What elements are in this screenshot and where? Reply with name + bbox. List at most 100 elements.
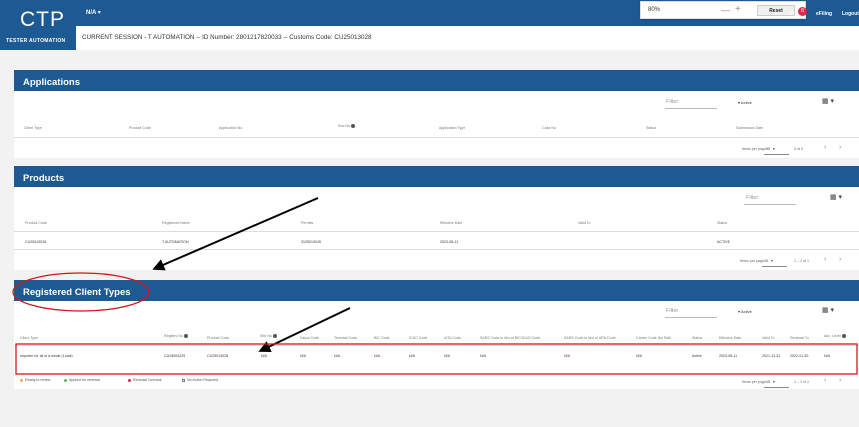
products-items-per-page-label: Items per page: xyxy=(740,259,765,263)
col-product-code[interactable]: Product Code xyxy=(25,221,47,225)
legend-label: No Action Required xyxy=(187,378,218,382)
col-sub-no[interactable]: Sub No xyxy=(338,124,355,129)
col-sars-code-iata[interactable]: SARS Code in lieu of IATA Code xyxy=(564,336,616,340)
valid-to-cell[interactable]: 2021-12-31 xyxy=(762,354,780,358)
registered-range-label: 1 – 1 of 1 xyxy=(794,380,809,384)
legend-label: Applied for renewal xyxy=(69,378,100,382)
logo-subtitle: TESTER AUTOMATION xyxy=(6,38,66,44)
col-acc-level[interactable]: Acc. Level xyxy=(824,334,846,339)
col-client-type[interactable]: Client Type xyxy=(20,336,38,340)
icao-code-cell[interactable]: N/A xyxy=(409,354,415,358)
registered-items-per-page-select[interactable]: 10 ▾ xyxy=(766,380,775,384)
select-underline xyxy=(764,154,789,155)
depot-code-cell[interactable]: N/A xyxy=(300,354,306,358)
products-filter-input[interactable]: Filter xyxy=(746,195,758,201)
grid-view-icon[interactable]: ▦ ▾ xyxy=(822,97,834,105)
row-divider xyxy=(14,345,859,346)
zoom-in-button[interactable]: + xyxy=(735,4,741,15)
col-client-type[interactable]: Client Type xyxy=(24,126,42,130)
col-depot-code[interactable]: Depot Code xyxy=(300,336,319,340)
prev-page-button[interactable]: ‹ xyxy=(824,256,826,263)
col-case-no[interactable]: Case No xyxy=(542,126,556,130)
efiling-link[interactable]: eFiling xyxy=(816,11,832,17)
col-effective-date[interactable]: Effective Date xyxy=(440,221,462,225)
registered-filter-input[interactable]: Filter xyxy=(666,308,678,314)
col-sars-code-bic[interactable]: SARS Code in lieu of BIC/ICAO Code xyxy=(480,336,540,340)
permits-cell[interactable]: 3125013045 xyxy=(301,240,321,244)
col-valid-to[interactable]: Valid To xyxy=(762,336,774,340)
applications-status-label: Active xyxy=(740,100,752,105)
product-code-cell[interactable]: CU25013028 xyxy=(207,354,228,358)
col-terminal-code[interactable]: Terminal Code xyxy=(334,336,357,340)
col-registry-no-label: Registry No xyxy=(164,334,183,338)
col-site-no[interactable]: Site No xyxy=(260,334,277,339)
client-type-cell[interactable]: Importer for all of a whole (Local) xyxy=(20,354,73,358)
sars-code-iata-cell[interactable]: N/A xyxy=(564,354,570,358)
zoom-out-button[interactable]: — xyxy=(721,5,730,15)
products-items-per-page-select[interactable]: 10 ▾ xyxy=(764,259,773,263)
logout-link[interactable]: Logout xyxy=(842,11,859,17)
grid-view-icon[interactable]: ▦ ▾ xyxy=(830,193,842,201)
col-icao-code[interactable]: ICAO Code xyxy=(409,336,427,340)
info-icon xyxy=(841,334,846,339)
applications-panel: Applications Filter ▾ Active ▦ ▾ Client … xyxy=(14,70,859,158)
prev-page-button[interactable]: ‹ xyxy=(824,144,826,151)
registry-no-cell[interactable]: CU25004229 xyxy=(164,354,185,358)
iata-code-cell[interactable]: N/A xyxy=(444,354,450,358)
registered-items-per-page-label: Items per page: xyxy=(742,380,767,384)
applications-items-per-page-select[interactable]: 50 ▾ xyxy=(766,147,775,151)
col-status[interactable]: Status xyxy=(646,126,656,130)
registered-status-label: Active xyxy=(740,309,752,314)
row-divider xyxy=(14,137,859,138)
next-page-button[interactable]: › xyxy=(839,144,841,151)
zoom-popup: 80% — + Reset xyxy=(640,1,806,19)
products-title: Products xyxy=(14,166,859,187)
col-valid-to[interactable]: Valid To xyxy=(578,221,590,225)
col-carrier-code[interactable]: Carrier Code (for Rail) xyxy=(636,336,671,340)
col-bic-code[interactable]: BIC Code xyxy=(374,336,390,340)
product-code-cell[interactable]: CU25013028 xyxy=(25,240,46,244)
col-permits[interactable]: Permits xyxy=(301,221,313,225)
applications-status-filter[interactable]: ▾ Active xyxy=(738,100,752,105)
renewal-to-cell[interactable]: 2022-01-30 xyxy=(790,354,808,358)
sars-code-bic-cell[interactable]: N/A xyxy=(480,354,486,358)
acc-level-cell[interactable]: N/A xyxy=(824,354,830,358)
bic-code-cell[interactable]: N/A xyxy=(374,354,380,358)
next-page-button[interactable]: › xyxy=(839,256,841,263)
grid-view-icon[interactable]: ▦ ▾ xyxy=(822,306,834,314)
nla-menu[interactable]: N/A ▾ xyxy=(86,9,101,16)
products-panel: Products Filter ▦ ▾ Product Code Registe… xyxy=(14,166,859,270)
col-product-code[interactable]: Product Code xyxy=(129,126,151,130)
applications-filter-input[interactable]: Filter xyxy=(666,99,678,105)
col-effective-date[interactable]: Effective Date xyxy=(719,336,741,340)
col-submission-date[interactable]: Submission Date xyxy=(736,126,763,130)
col-site-no-label: Site No xyxy=(260,334,272,338)
col-application-no[interactable]: Application No xyxy=(219,126,242,130)
registered-status-filter[interactable]: ▾ Active xyxy=(738,309,752,314)
col-registered-name[interactable]: Registered Name xyxy=(162,221,190,225)
effective-date-cell[interactable]: 2023-08-11 xyxy=(719,354,737,358)
carrier-code-cell[interactable]: N/A xyxy=(636,354,642,358)
terminal-code-cell[interactable]: N/A xyxy=(334,354,340,358)
next-page-button[interactable]: › xyxy=(839,377,841,384)
col-application-type[interactable]: Application Type xyxy=(439,126,465,130)
top-nav-bar: N/A ▾ 80% — + Reset Info 8 eFiling Logou… xyxy=(76,0,859,26)
products-range-label: 1 – 1 of 1 xyxy=(794,259,809,263)
site-no-cell[interactable]: N/A xyxy=(261,354,267,358)
applications-items-per-page-label: Items per page: xyxy=(742,147,767,151)
prev-page-button[interactable]: ‹ xyxy=(824,377,826,384)
status-cell[interactable]: ACTIVE xyxy=(717,240,730,244)
col-iata-code[interactable]: IATA Code xyxy=(444,336,461,340)
col-status[interactable]: Status xyxy=(692,336,702,340)
col-status[interactable]: Status xyxy=(717,221,727,225)
legend-no-action-required: No Action Required xyxy=(182,378,218,382)
status-cell[interactable]: Active xyxy=(692,354,702,358)
registered-name-cell[interactable]: T AUTOMATION xyxy=(162,240,189,244)
app-header: CTP TESTER AUTOMATION N/A ▾ 80% — + Rese… xyxy=(0,0,859,50)
col-registry-no[interactable]: Registry No xyxy=(164,334,188,339)
col-renewal-to[interactable]: Renewal To xyxy=(790,336,809,340)
products-items-per-page-value: 10 xyxy=(764,259,768,263)
effective-date-cell[interactable]: 2023-08-11 xyxy=(440,240,458,244)
ctp-logo[interactable]: CTP TESTER AUTOMATION xyxy=(0,0,76,50)
col-product-code[interactable]: Product Code xyxy=(207,336,229,340)
